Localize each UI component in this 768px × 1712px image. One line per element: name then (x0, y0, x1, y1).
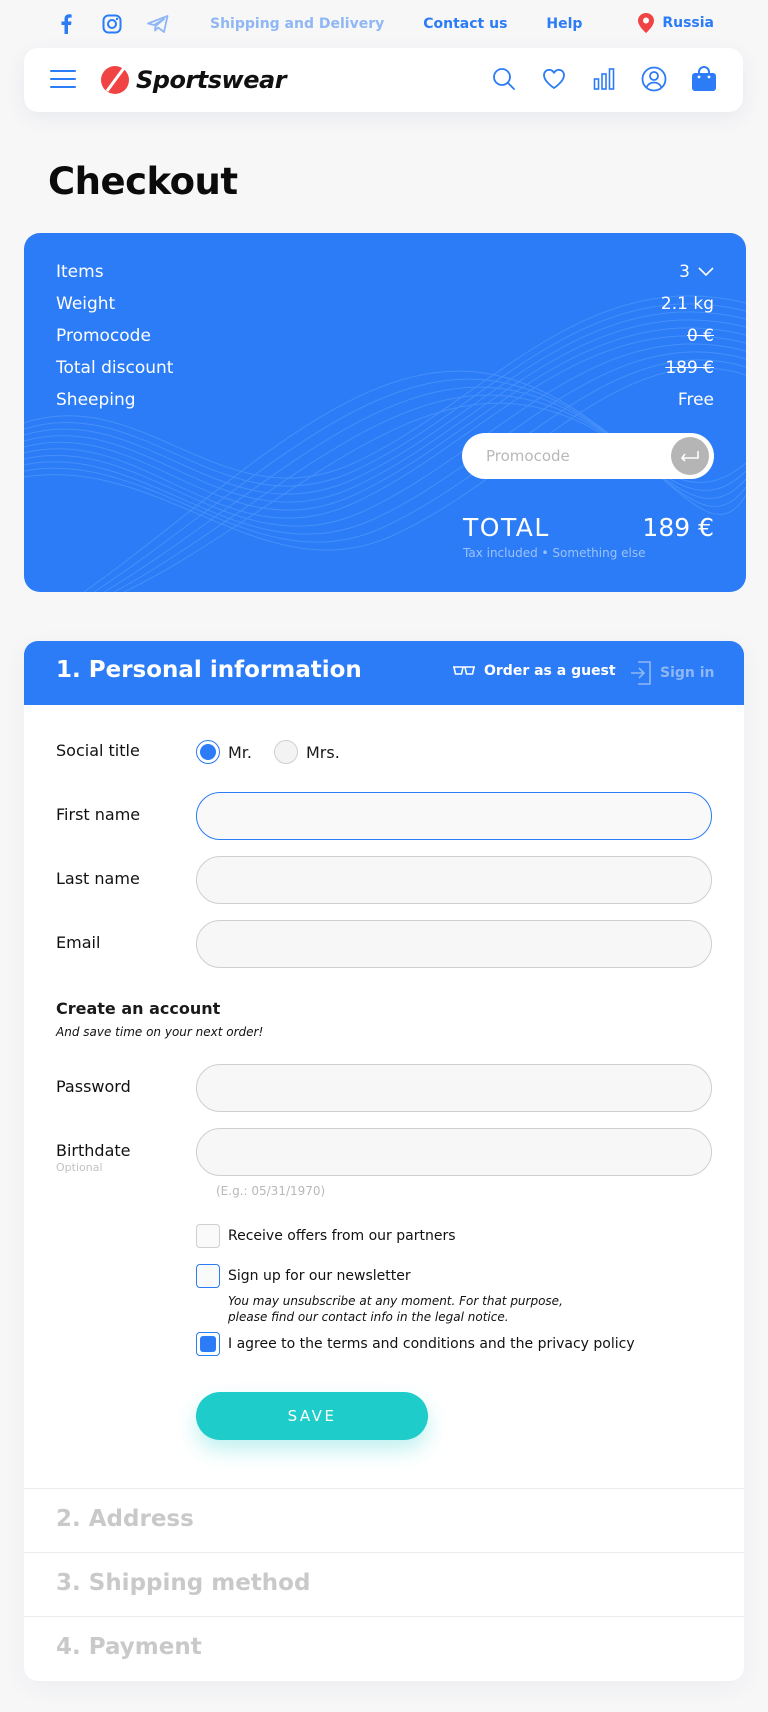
enter-icon (680, 451, 699, 462)
radio-mr[interactable]: Mr. (196, 740, 252, 764)
newsletter-checkbox[interactable]: Sign up for our newsletter (196, 1264, 411, 1288)
radio-mrs-label: Mrs. (306, 742, 340, 762)
birthdate-field[interactable] (196, 1128, 712, 1176)
total-label: TOTAL (463, 513, 550, 542)
partners-checkbox-label: Receive offers from our partners (228, 1228, 456, 1244)
sign-in-button[interactable]: Sign in (630, 661, 715, 685)
step-payment[interactable]: 4. Payment (24, 1616, 744, 1680)
search-icon[interactable] (491, 64, 517, 94)
save-button[interactable]: SAVE (196, 1392, 428, 1440)
items-value: 3 (679, 262, 690, 282)
last-name-field[interactable] (196, 856, 712, 904)
create-account-subtitle: And save time on your next order! (56, 1025, 264, 1039)
create-account-title: Create an account (56, 999, 221, 1018)
personal-info-header: 1. Personal information Order as a guest… (24, 641, 744, 705)
order-as-guest-button[interactable]: Order as a guest (452, 663, 616, 679)
brand-mark-icon (101, 66, 129, 94)
summary-row-promocode: Promocode 0 € (56, 324, 714, 348)
social-links (54, 12, 170, 36)
summary-row-discount: Total discount 189 € (56, 356, 714, 380)
first-name-label: First name (56, 805, 141, 824)
promocode-form (462, 433, 714, 479)
terms-checkbox-box (196, 1332, 220, 1356)
region-selector[interactable]: Russia (638, 13, 714, 33)
password-field[interactable] (196, 1064, 712, 1112)
birthdate-hint: (E.g.: 05/31/1970) (216, 1184, 326, 1198)
nav-icons (491, 64, 717, 94)
location-pin-icon (638, 13, 655, 33)
weight-label: Weight (56, 294, 116, 314)
terms-checkbox[interactable]: I agree to the terms and conditions and … (196, 1332, 635, 1356)
promocode-value: 0 € (686, 326, 714, 346)
step-address[interactable]: 2. Address (24, 1488, 744, 1552)
last-name-label: Last name (56, 869, 140, 888)
email-field[interactable] (196, 920, 712, 968)
sign-in-icon (631, 661, 651, 685)
shipping-label: Sheeping (56, 390, 136, 410)
region-label: Russia (662, 15, 714, 31)
sign-in-label: Sign in (660, 665, 715, 681)
glasses-icon (453, 666, 475, 675)
total-value: 189 € (642, 513, 714, 542)
brand-logo[interactable]: Sportswear (100, 63, 287, 97)
instagram-icon[interactable] (100, 12, 124, 36)
telegram-icon[interactable] (146, 12, 170, 36)
apply-promocode-button[interactable] (671, 437, 709, 475)
user-icon[interactable] (641, 64, 667, 94)
facebook-icon[interactable] (54, 12, 78, 36)
step-address-title: 2. Address (56, 1506, 194, 1532)
step-shipping-method-title: 3. Shipping method (56, 1570, 311, 1596)
newsletter-note: You may unsubscribe at any moment. For t… (228, 1294, 563, 1324)
step-payment-title: 4. Payment (56, 1634, 202, 1660)
main-navbar: Sportswear (24, 48, 743, 112)
summary-row-weight: Weight 2.1 kg (56, 292, 714, 316)
first-name-field[interactable] (196, 792, 712, 840)
promocode-label: Promocode (56, 326, 151, 346)
shipping-delivery-link[interactable]: Shipping and Delivery (210, 16, 384, 32)
radio-mr-dot (196, 740, 220, 764)
brand-name: Sportswear (136, 66, 287, 94)
help-link[interactable]: Help (546, 16, 582, 32)
top-links: Shipping and Delivery Contact us Help (210, 16, 582, 32)
discount-value: 189 € (665, 358, 714, 378)
decorative-waves (24, 295, 746, 592)
promocode-input[interactable] (462, 433, 662, 479)
newsletter-checkbox-label: Sign up for our newsletter (228, 1268, 411, 1284)
items-toggle[interactable]: 3 (679, 262, 714, 282)
terms-checkbox-label: I agree to the terms and conditions and … (228, 1336, 635, 1352)
top-bar: Shipping and Delivery Contact us Help Ru… (0, 0, 768, 48)
items-label: Items (56, 262, 104, 282)
personal-info-title: 1. Personal information (56, 657, 362, 683)
checkout-steps-card: 1. Personal information Order as a guest… (24, 641, 744, 1681)
heart-icon[interactable] (541, 64, 567, 94)
page-title: Checkout (48, 160, 238, 203)
chevron-down-icon (698, 267, 714, 277)
summary-row-shipping: Sheeping Free (56, 388, 714, 412)
radio-mrs[interactable]: Mrs. (274, 740, 340, 764)
order-summary: Items 3 Weight 2.1 kg Promocode 0 € Tota… (24, 233, 746, 592)
chart-icon[interactable] (591, 64, 617, 94)
email-label: Email (56, 933, 101, 952)
password-label: Password (56, 1077, 131, 1096)
social-title-label: Social title (56, 741, 140, 760)
radio-mr-label: Mr. (228, 742, 252, 762)
newsletter-checkbox-box (196, 1264, 220, 1288)
birthdate-optional: Optional (56, 1161, 103, 1174)
shipping-value: Free (677, 390, 714, 410)
bag-icon[interactable] (691, 64, 717, 94)
radio-mrs-dot (274, 740, 298, 764)
order-as-guest-label: Order as a guest (484, 663, 616, 679)
partners-checkbox[interactable]: Receive offers from our partners (196, 1224, 456, 1248)
weight-value: 2.1 kg (660, 294, 714, 314)
step-shipping-method[interactable]: 3. Shipping method (24, 1552, 744, 1616)
total-note: Tax included • Something else (463, 546, 646, 560)
summary-row-items: Items 3 (56, 260, 714, 284)
discount-label: Total discount (56, 358, 174, 378)
contact-us-link[interactable]: Contact us (423, 16, 507, 32)
menu-icon[interactable] (50, 70, 76, 90)
birthdate-label: Birthdate (56, 1141, 131, 1160)
partners-checkbox-box (196, 1224, 220, 1248)
